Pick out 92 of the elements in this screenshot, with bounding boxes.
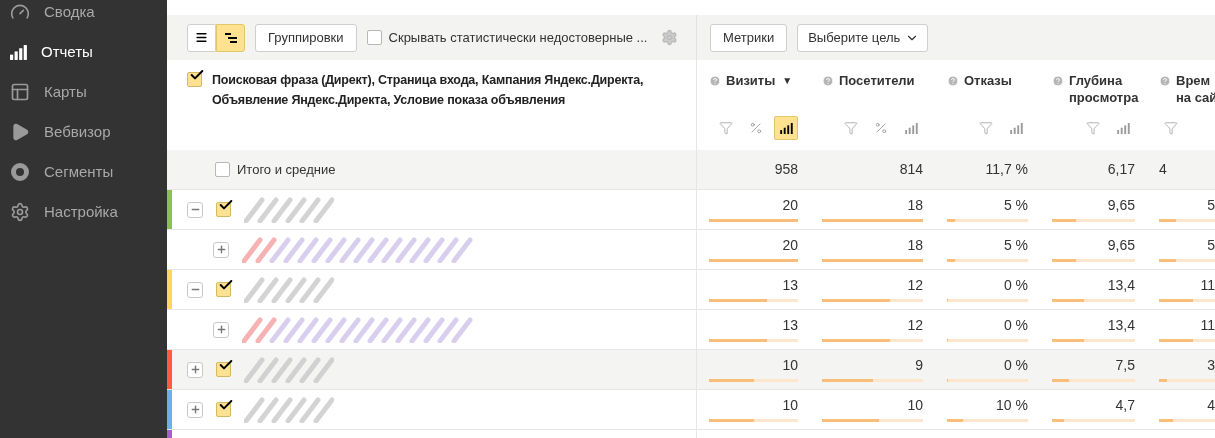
expand-button[interactable] [187,201,203,218]
sidebar-item[interactable]: Отчеты [0,32,167,72]
checkbox-label: Скрывать статистически недостоверные ... [388,28,648,47]
sidebar-item[interactable]: Настройка [0,192,167,232]
help-icon[interactable] [947,75,959,87]
list-icon [195,31,208,44]
help-icon[interactable] [822,75,834,87]
checkbox[interactable] [187,72,202,87]
metric-value: 10 % [995,397,1028,413]
groupings-button[interactable]: Группировки [255,23,357,52]
metric-value: 4 [1206,397,1215,413]
column-title[interactable]: Отказы [964,72,1012,89]
metric-value: 9,65 [1106,237,1135,253]
sidebar-item[interactable]: Карты [0,72,167,112]
metric-value: 18 [906,237,923,253]
total-value: 958 [774,160,798,179]
metric-value: 10 [906,397,923,413]
help-icon[interactable] [709,75,721,87]
metrics-button[interactable]: Метрики [710,23,788,52]
help-icon[interactable] [1052,75,1064,87]
metric-value: 13,4 [1106,277,1135,293]
metric-value: 11 [1199,317,1215,333]
checkbox[interactable] [215,162,230,177]
metric-value: 5 % [1002,197,1028,213]
dimensions-title: Поисковая фраза (Директ), Страница входа, Кампания Яндекс.Директа, Объявление Яндекс.Директа, Условие показа объявления [212,72,645,109]
sidebar-item[interactable]: Сводка [0,0,167,32]
metric-value: 4,7 [1114,397,1135,413]
total-value: 814 [899,160,923,179]
tree-list-icon [224,32,237,43]
metric-value: 5 % [1002,237,1028,253]
plus-icon [189,364,201,375]
column-title[interactable]: Глубина просмотра [1069,72,1139,106]
table-row[interactable]: 10 9 0 % 7,5 3 [167,350,1215,390]
goal-dropdown[interactable]: Выберите цель [797,23,929,52]
expand-button[interactable] [213,321,229,338]
metric-value: 10 [781,397,798,413]
expand-button[interactable] [187,361,203,378]
metric-value: 0 % [1002,357,1028,373]
table-row[interactable]: 13 12 0 % 13,4 11 [167,270,1215,310]
settings-icon[interactable] [661,29,679,46]
sidebar-item[interactable]: Вебвизор [0,112,167,152]
metric-value: 0 % [1002,277,1028,293]
metric-value: 5 [1206,237,1215,253]
play-icon [10,122,30,142]
checkbox[interactable] [216,202,231,217]
gear-icon [10,202,30,222]
metric-value: 13 [781,277,798,293]
checkbox[interactable] [366,30,382,45]
total-value: 11,7 % [985,160,1028,179]
checkbox[interactable] [216,362,231,377]
column-title[interactable]: Визиты [726,72,776,89]
plus-icon [215,324,227,335]
metric-value: 10 [781,357,798,373]
plus-icon [215,244,227,255]
expand-button[interactable] [187,281,203,298]
sort-arrow[interactable]: ▼ [782,72,793,89]
expand-button[interactable] [187,401,203,418]
metric-value: 11 [1199,277,1215,293]
metric-value: 9,65 [1106,197,1135,213]
table-row[interactable]: 13 12 0 % 13,4 11 [167,310,1215,350]
metric-value: 18 [906,197,923,213]
sidebar-item[interactable]: Сегменты [0,152,167,192]
metric-value: 12 [906,317,923,333]
metric-value: 9 [914,357,923,373]
checkbox[interactable] [216,282,231,297]
table-row[interactable]: 20 18 5 % 9,65 5 [167,230,1215,270]
metric-value: 5 [1206,197,1215,213]
help-icon[interactable] [1159,75,1171,87]
donut-icon [10,162,30,182]
metric-value: 13 [781,317,798,333]
list-view-button[interactable] [187,23,216,52]
metric-value: 7,5 [1114,357,1135,373]
totals-label: Итого и средние [237,160,336,179]
metric-value: 3 [1206,357,1215,373]
table-row[interactable]: 20 18 5 % 9,65 5 [167,190,1215,230]
expand-button[interactable] [213,241,229,258]
total-value: 4 [1159,160,1167,179]
plus-icon [189,404,201,415]
layout-icon [10,82,30,102]
column-title[interactable]: Посетители [839,72,915,89]
tree-view-button[interactable] [216,23,245,52]
table-row[interactable]: 10 10 10 % 4,7 4 [167,390,1215,430]
bar-chart-icon[interactable] [774,116,798,140]
gauge-icon [10,2,30,22]
metric-value: 20 [781,197,798,213]
metric-value: 12 [906,277,923,293]
bar-chart-icon [10,44,27,60]
metric-value: 0 % [1002,317,1028,333]
metric-value: 20 [781,237,798,253]
checkbox[interactable] [216,402,231,417]
metric-value: 13,4 [1106,317,1135,333]
total-value: 6,17 [1107,160,1135,179]
